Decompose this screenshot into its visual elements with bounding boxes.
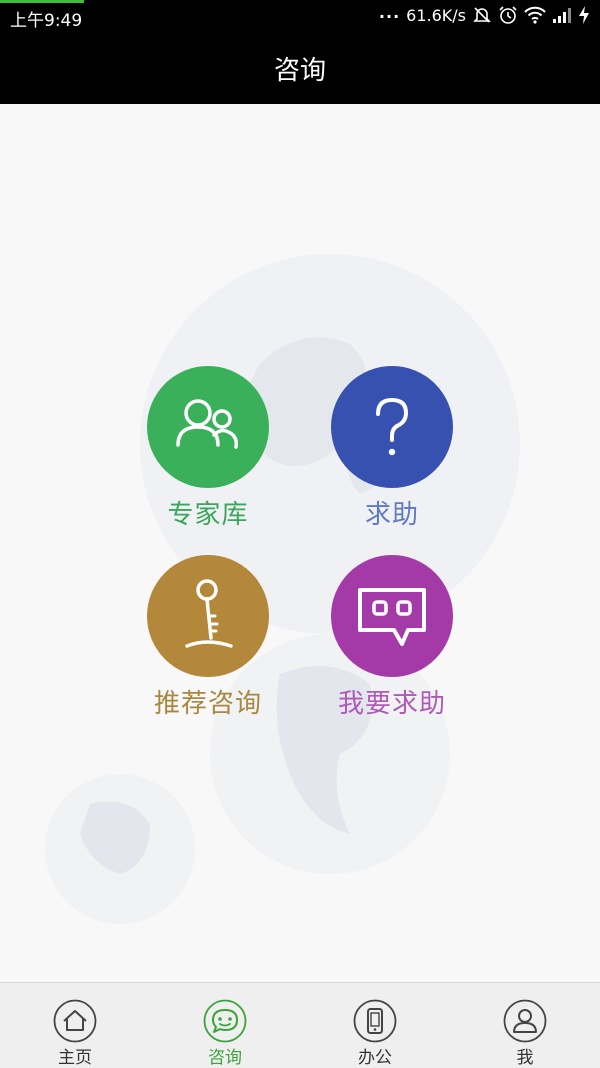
question-icon <box>376 397 409 456</box>
charging-icon <box>578 5 590 25</box>
globe-background-image <box>45 254 520 924</box>
tile-expert-library[interactable]: 专家库 <box>128 366 288 531</box>
seek-help-label: 求助 <box>364 500 419 530</box>
chat-icon <box>358 588 426 646</box>
nav-item-office[interactable]: 办公 <box>300 983 450 1068</box>
person-icon <box>503 999 547 1043</box>
network-speed: 61.6K/s <box>406 5 466 25</box>
nav-label-me: 我 <box>516 1048 534 1068</box>
loading-progress-bar <box>0 0 84 3</box>
request-help-label: 我要求助 <box>337 689 446 719</box>
tile-seek-help[interactable]: 求助 <box>312 366 472 531</box>
main-content: 专家库 求助 推荐咨询 我要求助 <box>0 104 600 982</box>
recommended-consult-circle[interactable] <box>147 555 269 677</box>
key-icon <box>185 579 233 648</box>
status-time: 上午9:49 <box>10 11 83 31</box>
alarm-icon <box>498 5 518 25</box>
bottom-nav: 主页 咨询 办公 我 <box>0 982 600 1068</box>
mute-icon <box>472 5 492 25</box>
experts-icon <box>176 399 239 449</box>
tile-recommended-consult[interactable]: 推荐咨询 <box>128 555 288 720</box>
phone-icon <box>353 999 397 1043</box>
status-icons: ... 61.6K/s <box>378 2 590 25</box>
nav-label-home: 主页 <box>58 1048 92 1068</box>
chat-bubble-icon <box>203 999 247 1043</box>
nav-item-home[interactable]: 主页 <box>0 983 150 1068</box>
expert-library-circle[interactable] <box>147 366 269 488</box>
page-title: 咨询 <box>273 56 326 86</box>
status-dots: ... <box>378 2 401 22</box>
nav-item-me[interactable]: 我 <box>450 983 600 1068</box>
tile-request-help[interactable]: 我要求助 <box>312 555 472 720</box>
nav-label-office: 办公 <box>358 1048 392 1068</box>
nav-item-consult[interactable]: 咨询 <box>150 983 300 1068</box>
home-icon <box>53 999 97 1043</box>
nav-label-consult: 咨询 <box>208 1048 242 1068</box>
expert-library-label: 专家库 <box>167 500 249 530</box>
wifi-icon <box>524 6 546 24</box>
request-help-circle[interactable] <box>331 555 453 677</box>
recommended-consult-label: 推荐咨询 <box>153 689 262 719</box>
app-bar: 咨询 <box>0 32 600 104</box>
signal-icon <box>552 6 572 24</box>
status-bar: 上午9:49 ... 61.6K/s <box>0 0 600 32</box>
seek-help-circle[interactable] <box>331 366 453 488</box>
